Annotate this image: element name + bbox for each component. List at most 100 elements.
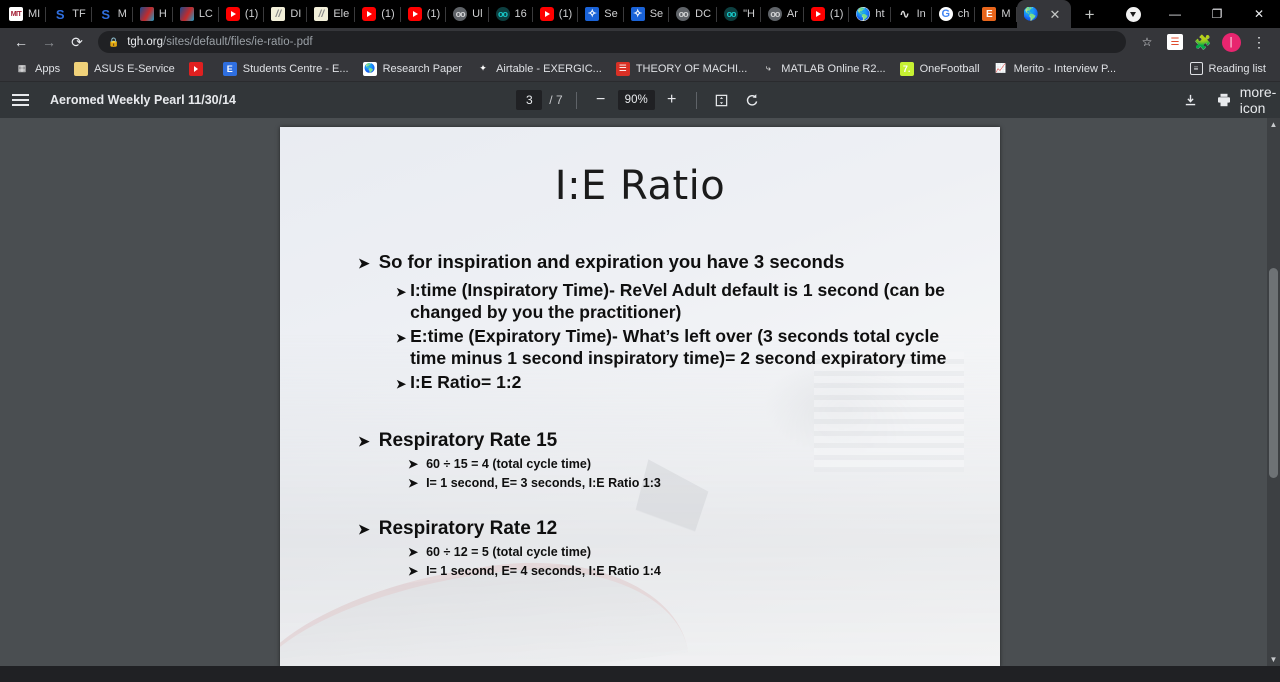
address-bar[interactable]: 🔒 tgh.org/sites/default/files/ie-ratio-.… [98, 31, 1126, 53]
print-button[interactable] [1212, 88, 1236, 112]
reload-button[interactable]: ⟳ [64, 29, 90, 55]
more-vertical-icon: ⋮ [1252, 33, 1266, 50]
section-heading: ➤ Respiratory Rate 12 [358, 518, 964, 540]
scroll-down-arrow-icon[interactable]: ▼ [1267, 653, 1280, 666]
slide-title: I:E Ratio [554, 163, 726, 209]
bookmark-star-button[interactable]: ☆ [1134, 29, 1160, 55]
reading-list-button[interactable]: ≡ Reading list [1184, 60, 1272, 77]
browser-tab[interactable]: SM [92, 0, 133, 28]
record-button[interactable] [1112, 0, 1154, 28]
browser-tab[interactable]: ∿ In [891, 0, 932, 28]
browser-tab[interactable]: EM [975, 0, 1017, 28]
tab-title: "H [743, 8, 755, 20]
browser-tab[interactable]: Gch [932, 0, 976, 28]
bookmark-label: THEORY OF MACHI... [635, 62, 748, 75]
hamburger-icon-line [12, 94, 29, 97]
calendar-extension-button[interactable]: ☰ [1162, 29, 1188, 55]
browser-menu-button[interactable]: ⋮ [1246, 29, 1272, 55]
download-button[interactable] [1178, 88, 1202, 112]
browser-tab[interactable]: (1) [533, 0, 579, 28]
back-button[interactable]: ← [8, 29, 34, 55]
bookmark-item[interactable]: ⤷ MATLAB Online R2... [754, 60, 892, 78]
vertical-scrollbar[interactable]: ▲ ▼ [1267, 118, 1280, 666]
bookmark-apps[interactable]: ▦ Apps [8, 60, 67, 78]
lock-icon: 🔒 [108, 36, 120, 47]
airtable-icon: ✦ [479, 63, 487, 73]
browser-tab[interactable]: (1) [355, 0, 401, 28]
browser-tab[interactable]: 🌎 ht [849, 0, 891, 28]
browser-tab[interactable]: oo "H [717, 0, 761, 28]
bullet-level-3: ➤ 60 ÷ 12 = 5 (total cycle time) [408, 543, 964, 562]
url-path: /sites/default/files/ie-ratio-.pdf [163, 36, 313, 48]
browser-tab-active[interactable]: 🌎 ✕ [1016, 0, 1071, 28]
rotate-button[interactable] [740, 88, 764, 112]
avatar: | [1221, 32, 1241, 52]
browser-tab[interactable]: Se [624, 0, 670, 28]
window-close-button[interactable]: ✕ [1238, 0, 1280, 28]
pdf-more-button[interactable]: more-icon [1240, 84, 1277, 116]
page-separator: / [549, 93, 553, 107]
hamburger-icon-line [12, 103, 29, 106]
bookmark-item[interactable]: E Students Centre - E... [216, 60, 356, 78]
oo-favicon-icon: oo [453, 7, 468, 21]
scroll-up-arrow-icon[interactable]: ▲ [1267, 118, 1280, 131]
bookmark-label: Merito - Interview P... [1013, 62, 1117, 75]
zoom-out-button[interactable]: − [590, 89, 612, 111]
browser-tab[interactable]: oo DC [669, 0, 717, 28]
profile-button[interactable]: | [1218, 29, 1244, 55]
bullet-text: 60 ÷ 12 = 5 (total cycle time) [426, 545, 591, 560]
browser-tab[interactable]: (1) [804, 0, 850, 28]
extensions-button[interactable]: 🧩 [1190, 29, 1216, 55]
window-controls: — ❐ ✕ [1112, 0, 1280, 28]
browser-tab[interactable]: (1) [219, 0, 265, 28]
browser-tab[interactable]: (1) [401, 0, 447, 28]
bullet-arrow-icon: ➤ [396, 285, 407, 299]
bullet-level-3: ➤ I= 1 second, E= 3 seconds, I:E Ratio 1… [408, 474, 964, 493]
bookmark-item[interactable]: ASUS E-Service [67, 60, 182, 78]
youtube-favicon-icon [539, 7, 554, 21]
browser-tab[interactable]: Se [578, 0, 624, 28]
youtube-favicon-icon [225, 7, 240, 21]
globe-icon: 🌎 [362, 61, 377, 76]
scrollbar-thumb[interactable] [1269, 268, 1278, 478]
browser-tab[interactable]: oo 16 [489, 0, 533, 28]
section-heading-text: Respiratory Rate 12 [378, 518, 558, 540]
bookmark-item[interactable]: ☰ THEORY OF MACHI... [609, 60, 754, 78]
zoom-in-button[interactable]: + [661, 89, 683, 111]
bookmark-label: Airtable - EXERGIC... [496, 62, 602, 75]
bookmark-item[interactable] [182, 60, 216, 78]
browser-tab[interactable]: // DI [264, 0, 308, 28]
bullet-level-2: ➤ E:time (Expiratory Time)- What’s left … [396, 325, 964, 370]
maximize-button[interactable]: ❐ [1196, 0, 1238, 28]
slide-content: I:E Ratio ➤ So for inspiration and expir… [280, 127, 1000, 666]
bookmark-label: Apps [35, 62, 61, 75]
bookmark-item[interactable]: ✦ Airtable - EXERGIC... [469, 60, 609, 78]
bookmark-item[interactable]: 7. OneFootball [893, 60, 987, 78]
bookmark-label: Students Centre - E... [242, 62, 349, 75]
google-favicon-icon: G [938, 7, 953, 21]
tab-title: (1) [426, 8, 441, 20]
browser-tab[interactable]: oo Ul [446, 0, 489, 28]
browser-tab[interactable]: LC [173, 0, 219, 28]
youtube-favicon-icon [407, 7, 422, 21]
tab-title: In [916, 8, 926, 20]
bookmark-item[interactable]: 🌎 Research Paper [356, 60, 470, 78]
tab-title: (1) [381, 8, 395, 20]
bookmark-item[interactable]: 📈 Merito - Interview P... [987, 60, 1124, 78]
fit-page-button[interactable] [710, 88, 734, 112]
browser-tab[interactable]: oo Ar [761, 0, 804, 28]
browser-tab[interactable]: MIT MI [2, 0, 47, 28]
browser-tab[interactable]: S TF [46, 0, 92, 28]
new-tab-button[interactable]: + [1077, 2, 1103, 28]
page-number-input[interactable]: 3 [516, 90, 543, 110]
browser-tab[interactable]: H [133, 0, 173, 28]
browser-tab[interactable]: // Ele [307, 0, 356, 28]
forward-button[interactable]: → [36, 29, 62, 55]
print-icon [1218, 93, 1230, 107]
rotate-icon [746, 94, 757, 106]
close-icon[interactable]: ✕ [1050, 8, 1061, 21]
sidebar-toggle-button[interactable] [12, 87, 38, 113]
minimize-button[interactable]: — [1154, 0, 1196, 28]
star-icon: ☆ [1141, 35, 1153, 49]
